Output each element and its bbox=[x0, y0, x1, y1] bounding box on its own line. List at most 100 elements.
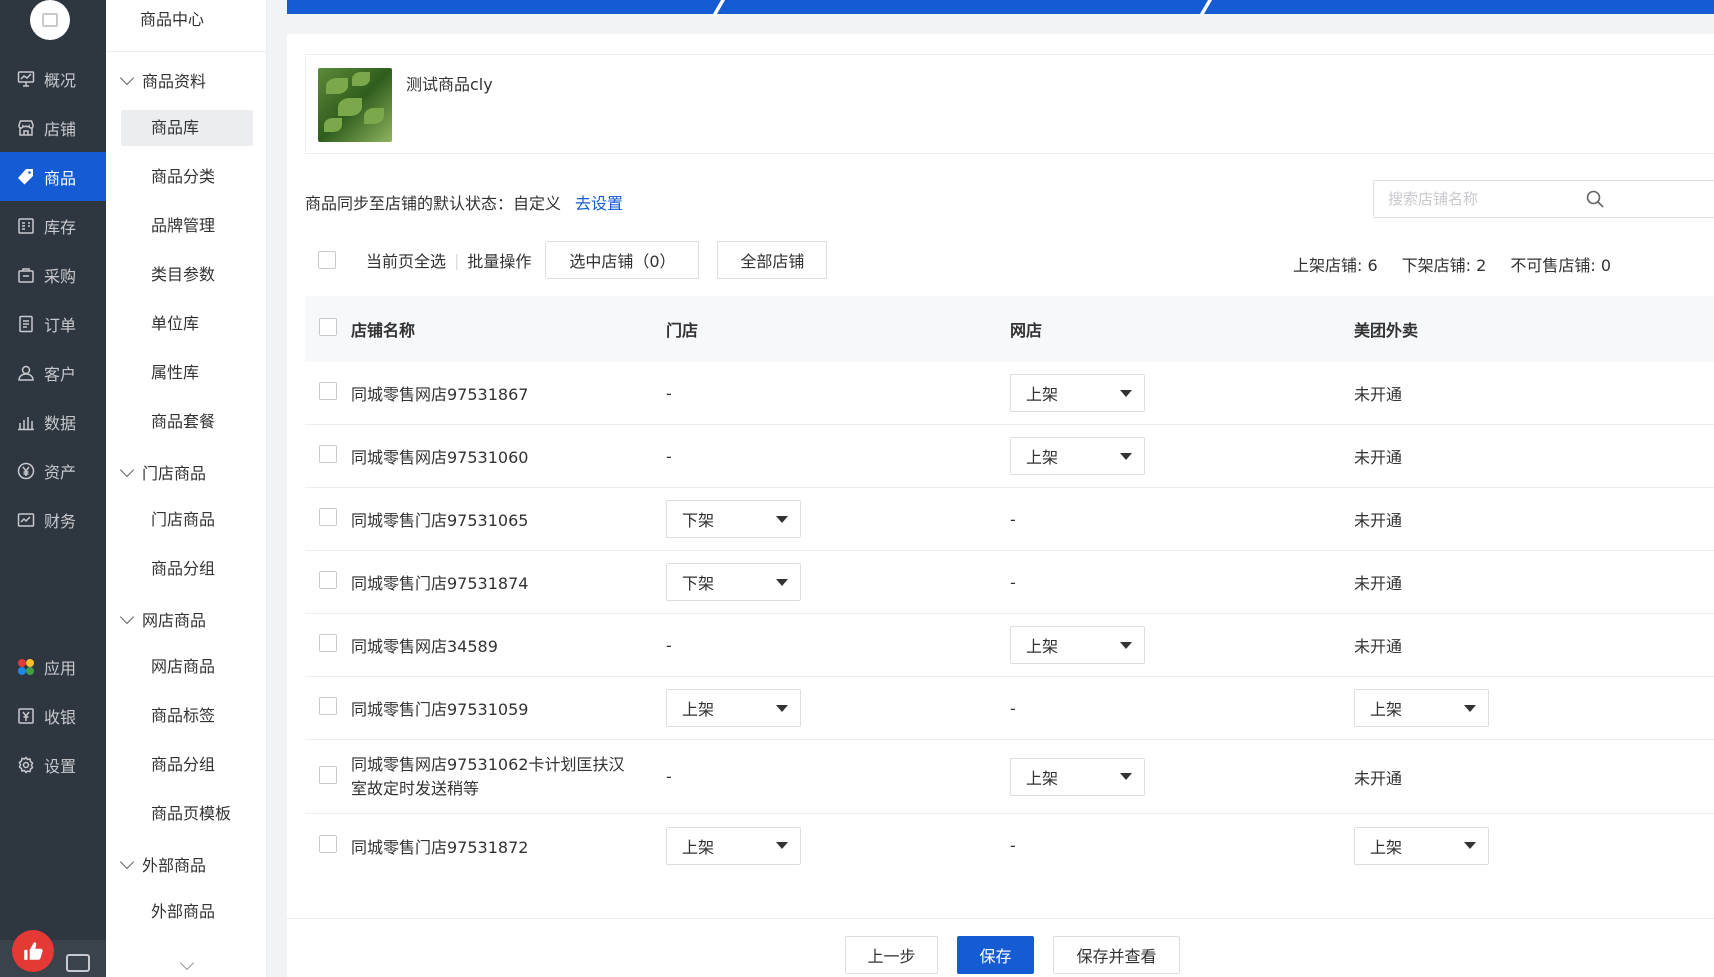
row-checkbox[interactable] bbox=[319, 445, 337, 463]
on-shelf-count: 上架店铺: 6 bbox=[1293, 256, 1378, 275]
sub-group-product-data[interactable]: 商品资料 bbox=[119, 68, 207, 92]
meituan-status: 未开通 bbox=[1354, 511, 1403, 530]
nav-item-settings[interactable]: 设置 bbox=[0, 740, 106, 789]
store-status-select[interactable]: 下架 bbox=[666, 563, 801, 601]
table-row: 同城零售网店97531062卡计划匡扶汉室故定时发送稍等 - 上架 未开通 bbox=[305, 740, 1714, 814]
store-status-select[interactable]: 下架 bbox=[666, 500, 801, 538]
nav-item-customer[interactable]: 客户 bbox=[0, 348, 106, 397]
sub-item-unit-library[interactable]: 单位库 bbox=[121, 306, 253, 342]
row-checkbox[interactable] bbox=[319, 382, 337, 400]
store-name: 同城零售门店97531874 bbox=[351, 574, 529, 593]
row-checkbox[interactable] bbox=[319, 508, 337, 526]
row-checkbox[interactable] bbox=[319, 697, 337, 715]
sub-item-store-group[interactable]: 商品分组 bbox=[121, 551, 253, 587]
store-status-select[interactable]: 上架 bbox=[666, 689, 801, 727]
shop-logo[interactable] bbox=[30, 0, 70, 40]
dropdown-arrow-icon bbox=[1120, 389, 1132, 397]
store-status-select[interactable]: 上架 bbox=[666, 826, 801, 865]
nav-item-purchase[interactable]: 采购 bbox=[0, 250, 106, 299]
row-checkbox[interactable] bbox=[319, 634, 337, 652]
nav-item-goods[interactable]: 商品 bbox=[0, 152, 106, 201]
chevron-down-icon bbox=[119, 609, 135, 624]
store-search-input[interactable] bbox=[1374, 181, 1674, 217]
online-status-select[interactable]: 上架 bbox=[1010, 437, 1145, 475]
search-icon[interactable] bbox=[1586, 190, 1604, 208]
dropdown-arrow-icon bbox=[776, 842, 788, 849]
sub-item-store-goods[interactable]: 门店商品 bbox=[121, 502, 253, 538]
nav-item-label: 商品 bbox=[44, 168, 77, 188]
sub-item-goods-tag[interactable]: 商品标签 bbox=[121, 698, 253, 734]
sub-group-online-goods[interactable]: 网店商品 bbox=[119, 607, 206, 631]
all-stores-button[interactable]: 全部店铺 bbox=[717, 241, 828, 279]
row-checkbox[interactable] bbox=[319, 834, 337, 853]
product-summary: 测试商品cly bbox=[305, 54, 1714, 154]
sub-item-attribute-library[interactable]: 属性库 bbox=[121, 355, 253, 391]
main-nav: 概况 店铺 商品 库存 采购 订单 客户 数据 资产 财务 应用 收银 设置 bbox=[0, 0, 106, 977]
row-checkbox[interactable] bbox=[319, 571, 337, 589]
nav-item-store[interactable]: 店铺 bbox=[0, 103, 106, 152]
sub-item-online-group[interactable]: 商品分组 bbox=[121, 747, 253, 783]
header-checkbox[interactable] bbox=[319, 318, 337, 336]
meituan-status: 未开通 bbox=[1354, 385, 1403, 404]
save-button[interactable]: 保存 bbox=[957, 936, 1034, 974]
online-status: - bbox=[1010, 836, 1016, 855]
tag-icon bbox=[16, 167, 36, 187]
chart-icon bbox=[16, 412, 36, 432]
nav-item-label: 概况 bbox=[44, 70, 77, 90]
sub-group-label: 商品资料 bbox=[142, 72, 207, 91]
chevron-down-icon bbox=[119, 854, 135, 869]
sub-group-store-goods[interactable]: 门店商品 bbox=[119, 460, 206, 484]
nav-item-label: 店铺 bbox=[44, 119, 77, 139]
scroll-more-chevron-icon[interactable] bbox=[179, 955, 195, 971]
select-value: 上架 bbox=[1370, 837, 1403, 857]
store-name: 同城零售门店97531872 bbox=[351, 837, 529, 857]
nav-item-inventory[interactable]: 库存 bbox=[0, 201, 106, 250]
sub-item-online-goods[interactable]: 网店商品 bbox=[121, 649, 253, 685]
sub-item-page-template[interactable]: 商品页模板 bbox=[121, 796, 253, 832]
header-online: 网店 bbox=[1010, 321, 1043, 340]
sub-nav-title: 商品中心 bbox=[106, 0, 266, 52]
dropdown-arrow-icon bbox=[1120, 452, 1132, 460]
like-icon[interactable] bbox=[12, 930, 54, 972]
nav-item-order[interactable]: 订单 bbox=[0, 299, 106, 348]
nav-item-label: 订单 bbox=[44, 315, 77, 335]
sub-group-external-goods[interactable]: 外部商品 bbox=[119, 852, 206, 876]
nav-item-finance[interactable]: 财务 bbox=[0, 495, 106, 544]
nav-item-apps[interactable]: 应用 bbox=[0, 642, 106, 691]
step-progress-bar bbox=[287, 0, 1714, 16]
save-and-view-button[interactable]: 保存并查看 bbox=[1053, 936, 1180, 974]
prev-step-button[interactable]: 上一步 bbox=[845, 936, 938, 974]
header-store-name: 店铺名称 bbox=[351, 321, 416, 340]
nav-item-cashier[interactable]: 收银 bbox=[0, 691, 106, 740]
table-row: 同城零售门店97531874 下架 - 未开通 bbox=[305, 551, 1714, 614]
store-table: 店铺名称 门店 网店 美团外卖 同城零售网店97531867 - 上架 未开通 … bbox=[305, 296, 1714, 877]
row-checkbox[interactable] bbox=[319, 765, 337, 784]
unsellable-count: 不可售店铺: 0 bbox=[1510, 256, 1612, 275]
dropdown-arrow-icon bbox=[776, 578, 788, 586]
online-status-select[interactable]: 上架 bbox=[1010, 374, 1145, 412]
select-value: 上架 bbox=[682, 700, 715, 719]
online-status-select[interactable]: 上架 bbox=[1010, 757, 1145, 796]
meituan-status-select[interactable]: 上架 bbox=[1354, 826, 1489, 865]
sub-item-bundle[interactable]: 商品套餐 bbox=[121, 404, 253, 440]
sub-item-category-params[interactable]: 类目参数 bbox=[121, 257, 253, 293]
go-settings-link[interactable]: 去设置 bbox=[575, 194, 623, 213]
sub-item-category[interactable]: 商品分类 bbox=[121, 159, 253, 195]
nav-item-label: 应用 bbox=[44, 658, 77, 678]
nav-item-data[interactable]: 数据 bbox=[0, 397, 106, 446]
selected-stores-button[interactable]: 选中店铺（0） bbox=[545, 241, 700, 279]
sub-nav: 商品中心 商品资料 商品库 商品分类 品牌管理 类目参数 单位库 属性库 商品套… bbox=[106, 0, 267, 977]
sub-item-product-library[interactable]: 商品库 bbox=[121, 110, 253, 146]
chat-icon[interactable] bbox=[66, 954, 90, 972]
store-counts: 上架店铺: 6 下架店铺: 2 不可售店铺: 0 bbox=[1293, 252, 1635, 276]
sub-item-external-goods[interactable]: 外部商品 bbox=[121, 894, 253, 930]
online-status-select[interactable]: 上架 bbox=[1010, 626, 1145, 664]
meituan-status-select[interactable]: 上架 bbox=[1354, 689, 1489, 727]
table-row: 同城零售门店97531065 下架 - 未开通 bbox=[305, 488, 1714, 551]
nav-item-overview[interactable]: 概况 bbox=[0, 54, 106, 103]
nav-item-assets[interactable]: 资产 bbox=[0, 446, 106, 495]
store-name: 同城零售网店97531867 bbox=[351, 385, 529, 404]
select-page-checkbox[interactable] bbox=[318, 251, 336, 269]
online-status: - bbox=[1010, 509, 1016, 529]
sub-item-brand[interactable]: 品牌管理 bbox=[121, 208, 253, 244]
